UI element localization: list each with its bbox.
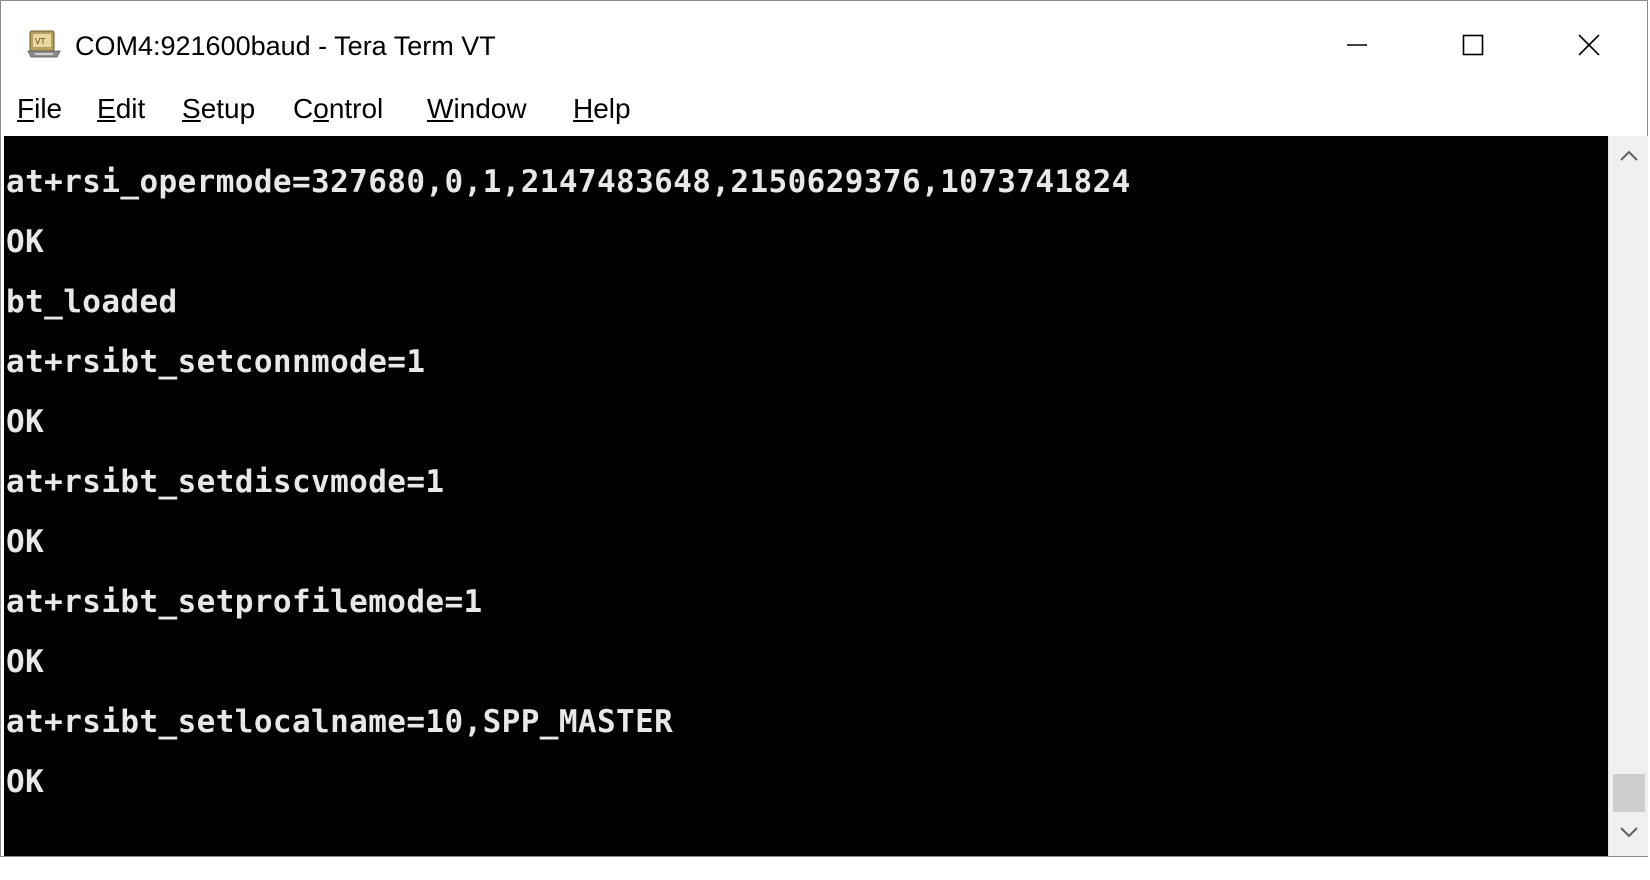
menu-file-accel: F <box>17 93 35 124</box>
close-icon <box>1578 34 1600 56</box>
terminal-line: OK <box>6 764 45 800</box>
terminal-line: OK <box>6 224 45 260</box>
window-title: COM4:921600baud - Tera Term VT <box>75 31 496 61</box>
menu-help[interactable]: Help <box>573 93 631 125</box>
terminal-output[interactable]: at+rsi_opermode=327680,0,1,2147483648,21… <box>4 136 1608 856</box>
menu-setup-accel: S <box>182 93 201 124</box>
menu-control-label: ntrol <box>328 93 384 124</box>
menu-window[interactable]: Window <box>427 93 527 125</box>
menu-setup[interactable]: Setup <box>182 93 255 125</box>
menu-edit-accel: E <box>97 93 116 124</box>
terminal-line: at+rsi_opermode=327680,0,1,2147483648,21… <box>6 164 1131 200</box>
menu-help-accel: H <box>573 93 594 124</box>
tera-term-window: VT COM4:921600baud - Tera Term VT File E… <box>0 0 1648 857</box>
menu-bar: File Edit Setup Control Window Help <box>1 89 1647 135</box>
menu-help-label: elp <box>593 93 631 124</box>
menu-setup-label: etup <box>200 93 256 124</box>
terminal-line: at+rsibt_setlocalname=10,SPP_MASTER <box>6 704 674 740</box>
chevron-up-icon <box>1619 149 1639 168</box>
terminal-line: at+rsibt_setprofilemode=1 <box>6 584 483 620</box>
menu-file-label: ile <box>34 93 63 124</box>
chevron-down-icon <box>1619 825 1639 844</box>
menu-edit-label: dit <box>115 93 146 124</box>
terminal-line: at+rsibt_setconnmode=1 <box>6 344 426 380</box>
svg-text:VT: VT <box>35 37 45 46</box>
menu-edit[interactable]: Edit <box>97 93 145 125</box>
scroll-thumb[interactable] <box>1613 774 1645 812</box>
terminal-line: OK <box>6 644 45 680</box>
maximize-button[interactable] <box>1415 1 1531 89</box>
vertical-scrollbar[interactable] <box>1608 136 1648 856</box>
maximize-icon <box>1462 34 1484 56</box>
scroll-down-button[interactable] <box>1609 812 1649 856</box>
menu-control-accel: o <box>313 93 329 124</box>
minimize-button[interactable] <box>1299 1 1415 89</box>
terminal-line: OK <box>6 404 45 440</box>
scroll-up-button[interactable] <box>1609 136 1649 180</box>
terminal-line: at+rsibt_setdiscvmode=1 <box>6 464 445 500</box>
menu-window-label: indow <box>453 93 527 124</box>
terminal-line: bt_loaded <box>6 284 178 320</box>
menu-window-accel: W <box>427 93 454 124</box>
title-bar[interactable]: VT COM4:921600baud - Tera Term VT <box>1 1 1647 89</box>
menu-file[interactable]: File <box>17 93 62 125</box>
tera-term-app-icon[interactable]: VT <box>27 29 61 59</box>
menu-control-prefix: C <box>293 93 314 124</box>
close-button[interactable] <box>1531 1 1647 89</box>
minimize-icon <box>1346 34 1368 56</box>
menu-control[interactable]: Control <box>293 93 383 125</box>
terminal-line: OK <box>6 524 45 560</box>
